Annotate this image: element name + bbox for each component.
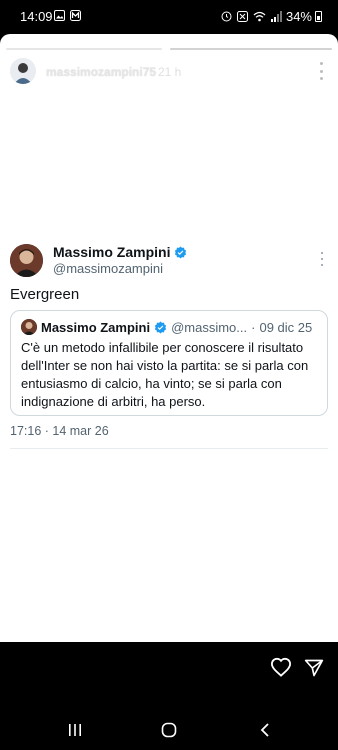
tweet-author-name: Massimo Zampini: [53, 244, 187, 260]
m-app-icon: [70, 10, 81, 21]
back-icon[interactable]: [259, 722, 271, 738]
signal-icon: [271, 10, 282, 22]
heart-icon[interactable]: [270, 657, 292, 677]
story-username[interactable]: massimozampini75: [46, 65, 156, 79]
system-nav-bar: [0, 710, 338, 750]
status-right-icons: [221, 10, 282, 22]
battery-icon: [315, 11, 322, 22]
home-icon[interactable]: [161, 722, 177, 738]
recents-icon[interactable]: [68, 723, 82, 737]
story-card[interactable]: massimozampini75 21 h Massimo Zampini @m…: [0, 34, 338, 642]
quoted-avatar: [21, 319, 37, 335]
quoted-date: 09 dic 25: [259, 320, 313, 335]
story-progress-segment: [170, 48, 332, 50]
more-options-icon[interactable]: [318, 62, 324, 80]
quoted-header: Massimo Zampini @massimo... · 09 dic 25: [41, 320, 312, 335]
story-age: 21 h: [158, 65, 182, 79]
story-header: massimozampini75 21 h: [10, 58, 330, 86]
story-action-bar: [0, 642, 338, 710]
battery-percent: 34%: [285, 9, 312, 24]
tweet-avatar: [10, 244, 43, 277]
story-avatar[interactable]: [10, 58, 36, 84]
story-progress-segment: [6, 48, 162, 50]
quoted-text: C'è un metodo infallibile per conoscere …: [21, 340, 309, 409]
verified-badge-icon: [175, 246, 187, 258]
quoted-author-handle: @massimo...: [171, 320, 248, 335]
status-left-icons: [54, 10, 81, 21]
tweet-author-name-text: Massimo Zampini: [53, 244, 171, 260]
image-icon: [54, 10, 65, 21]
status-bar: 14:09 34%: [0, 0, 338, 34]
tweet-more-icon[interactable]: [320, 252, 324, 266]
divider: [10, 448, 328, 449]
wifi-icon: [253, 11, 266, 21]
tweet-text: Evergreen: [10, 286, 80, 303]
quoted-separator: ·: [251, 320, 256, 335]
status-time: 14:09: [20, 9, 53, 24]
tweet-author-handle: @massimozampini: [53, 261, 163, 276]
quoted-tweet[interactable]: Massimo Zampini @massimo... · 09 dic 25 …: [10, 310, 328, 416]
tweet-timestamp: 17:16 · 14 mar 26: [10, 424, 109, 438]
verified-badge-icon: [154, 321, 167, 334]
send-icon[interactable]: [304, 658, 324, 678]
quoted-author-name: Massimo Zampini: [41, 320, 151, 335]
alarm-icon: [221, 11, 232, 22]
nfc-icon: [237, 10, 248, 22]
